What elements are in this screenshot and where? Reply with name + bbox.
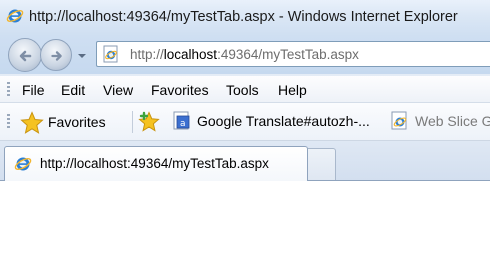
add-to-favorites-bar-button[interactable]: [138, 111, 162, 133]
tab-active[interactable]: http://localhost:49364/myTestTab.aspx: [4, 146, 308, 182]
favorites-bar: Favorites a Google Translate#autozh-... …: [0, 103, 490, 141]
ie-logo-icon: [6, 9, 24, 23]
tab-label: http://localhost:49364/myTestTab.aspx: [40, 156, 269, 171]
url-prefix: http://: [130, 47, 164, 62]
star-plus-icon: [138, 111, 160, 132]
forward-button[interactable]: [40, 39, 72, 71]
page-content[interactable]: [0, 181, 490, 259]
menu-view[interactable]: View: [103, 82, 133, 98]
favorite-link-google-translate[interactable]: a Google Translate#autozh-...: [172, 111, 384, 133]
menu-file[interactable]: File: [22, 82, 45, 98]
favorites-divider: [132, 111, 133, 133]
new-tab-button[interactable]: [308, 148, 336, 180]
menu-grip[interactable]: [7, 82, 10, 98]
menu-edit[interactable]: Edit: [61, 82, 85, 98]
favorite-link-web-slice[interactable]: Web Slice G: [390, 111, 490, 133]
ie-page-icon: [391, 111, 407, 130]
address-url[interactable]: http://localhost:49364/myTestTab.aspx: [130, 47, 359, 62]
menu-favorites[interactable]: Favorites: [151, 82, 209, 98]
page-ie-icon: [103, 45, 118, 63]
title-bar: http://localhost:49364/myTestTab.aspx - …: [0, 0, 490, 36]
address-bar[interactable]: http://localhost:49364/myTestTab.aspx: [96, 41, 490, 67]
favorites-grip[interactable]: [7, 114, 10, 130]
url-path: :49364/myTestTab.aspx: [217, 47, 359, 62]
window-title: http://localhost:49364/myTestTab.aspx - …: [29, 9, 458, 25]
favorites-button[interactable]: Favorites: [18, 109, 130, 135]
back-arrow-icon: [19, 50, 32, 62]
ie-logo-icon: [14, 157, 32, 171]
menu-help[interactable]: Help: [278, 82, 307, 98]
menu-bar: File Edit View Favorites Tools Help: [0, 76, 490, 103]
recent-pages-chevron-down-icon[interactable]: [77, 51, 87, 61]
favorite-link-label: Web Slice G: [415, 113, 490, 129]
tab-bar: http://localhost:49364/myTestTab.aspx: [0, 141, 490, 182]
back-button[interactable]: [8, 38, 42, 72]
forward-arrow-icon: [51, 51, 62, 61]
svg-text:a: a: [180, 119, 186, 129]
menu-tools[interactable]: Tools: [226, 82, 259, 98]
navigation-bar: http://localhost:49364/myTestTab.aspx: [0, 36, 490, 74]
translate-icon: a: [173, 111, 190, 130]
favorite-link-label: Google Translate#autozh-...: [197, 113, 370, 129]
url-host: localhost: [163, 47, 218, 62]
star-icon: [20, 111, 44, 134]
favorites-label: Favorites: [48, 114, 106, 130]
